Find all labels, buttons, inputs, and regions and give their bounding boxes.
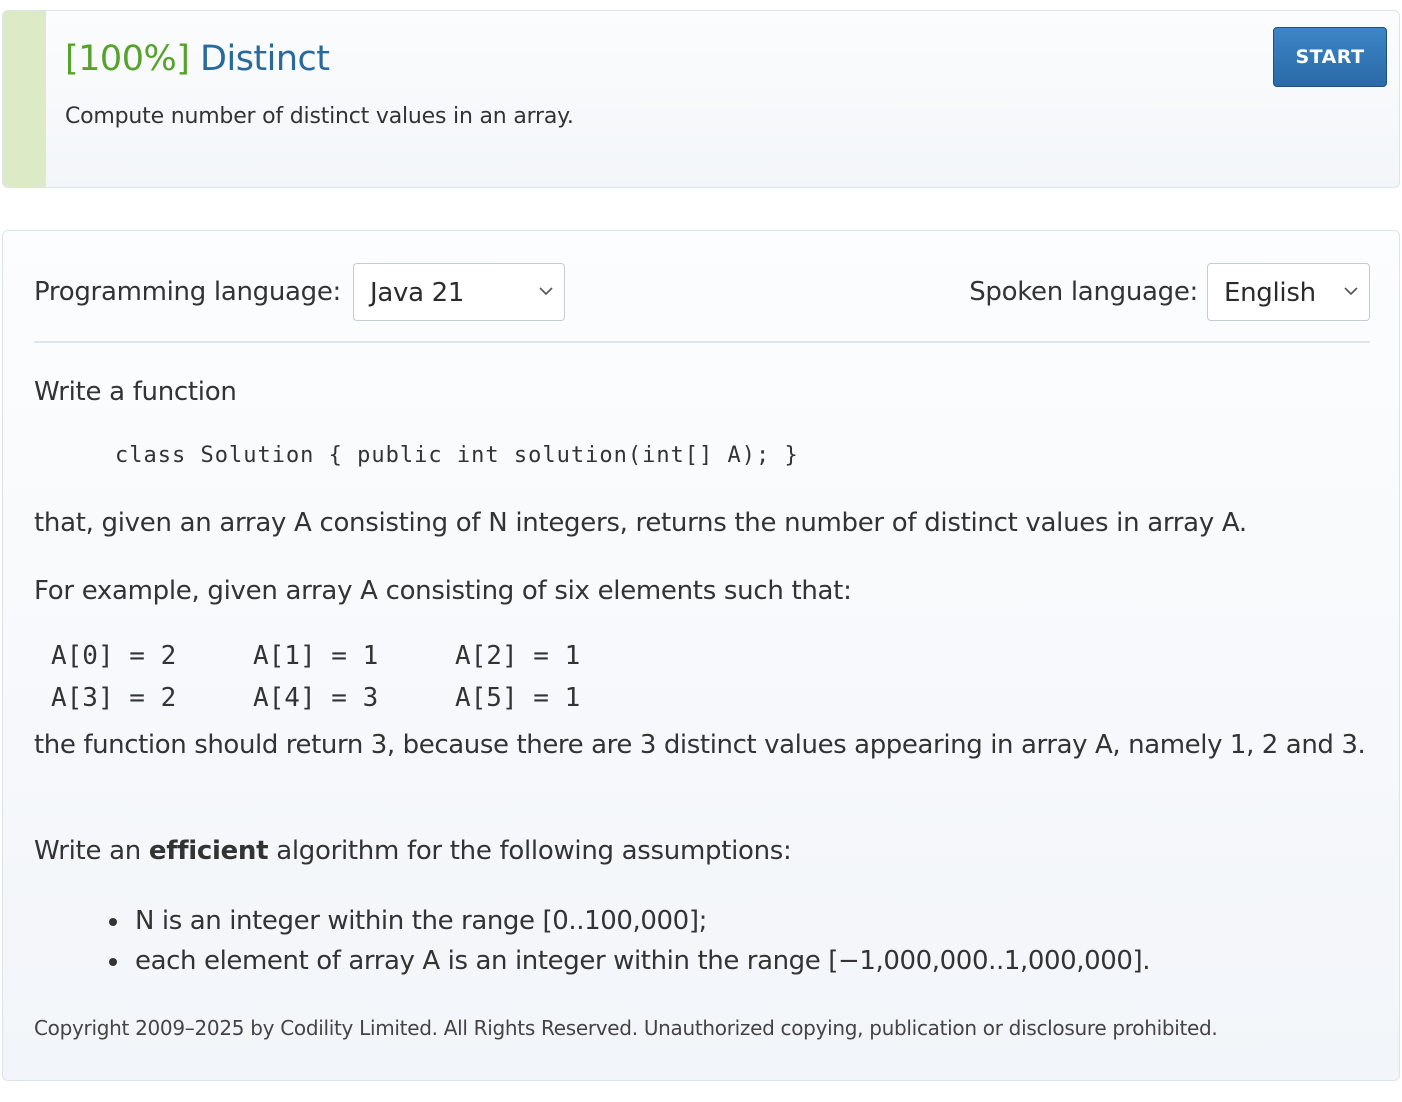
programming-language-value: Java 21 [370,278,465,308]
task-status-stripe [3,11,46,187]
programming-language-label: Programming language: [34,277,342,307]
spoken-language-label: Spoken language: [969,277,1198,307]
task-name: Distinct [200,39,330,79]
array-element: A[3] = 2 [51,683,177,713]
array-element: A[5] = 1 [455,683,581,713]
array-element: A[2] = 1 [455,641,581,671]
programming-language-select[interactable]: Java 21 [353,263,565,321]
efficiency-prefix: Write an [34,836,149,866]
task-description-panel: Programming language: Java 21 Spoken lan… [2,230,1400,1081]
task-title: [100%] Distinct [65,39,330,79]
array-example-row: A[3] = 2 A[4] = 3 A[5] = 1 [51,683,580,713]
description-intro: Write a function [34,377,237,407]
assumption-text: N is an integer within the range [0..100… [135,906,707,936]
assumption-text: each element of array A is an integer wi… [135,946,1151,976]
description-statement: that, given an array A consisting of N i… [34,508,1247,538]
task-score: [100%] [65,39,190,79]
spoken-language-select[interactable]: English [1207,263,1370,321]
chevron-down-icon [1344,287,1358,296]
start-button[interactable]: START [1273,27,1387,87]
array-element: A[1] = 1 [253,641,379,671]
task-summary: Compute number of distinct values in an … [65,104,574,129]
task-header-card: [100%] Distinct Compute number of distin… [2,10,1400,188]
assumptions-list: N is an integer within the range [0..100… [105,901,1151,981]
chevron-down-icon [539,287,553,296]
efficiency-suffix: algorithm for the following assumptions: [268,836,792,866]
language-settings: Programming language: Java 21 Spoken lan… [34,263,1370,321]
array-element: A[4] = 3 [253,683,379,713]
list-item: each element of array A is an integer wi… [105,941,1151,981]
list-item: N is an integer within the range [0..100… [105,901,1150,941]
efficiency-emphasis: efficient [148,836,269,866]
example-intro: For example, given array A consisting of… [34,576,852,606]
example-result: the function should return 3, because th… [34,730,1366,760]
array-element: A[0] = 2 [51,641,177,671]
bullet-icon [109,918,117,926]
copyright-notice: Copyright 2009–2025 by Codility Limited.… [34,1016,1218,1040]
bullet-icon [109,958,117,966]
settings-divider [34,341,1370,343]
spoken-language-value: English [1224,278,1316,308]
function-signature: class Solution { public int solution(int… [115,443,799,468]
efficiency-requirement: Write an efficient algorithm for the fol… [34,836,792,866]
array-example-row: A[0] = 2 A[1] = 1 A[2] = 1 [51,641,580,671]
